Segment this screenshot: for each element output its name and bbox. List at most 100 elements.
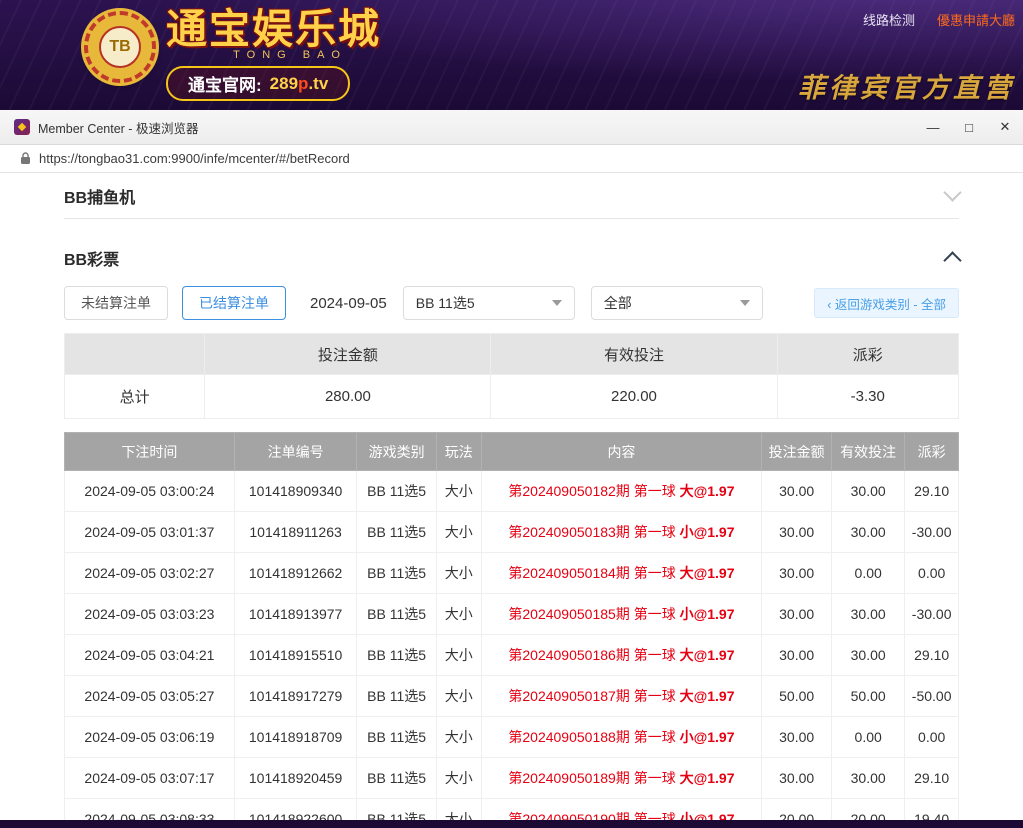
promo-apply-link[interactable]: 優惠申請大廳	[937, 13, 1015, 28]
cell-bet-time: 2024-09-05 03:03:23	[65, 594, 235, 635]
col-header-play-type: 玩法	[436, 433, 481, 471]
official-label: 通宝官网:	[188, 71, 262, 96]
casino-logo: TB 通宝娱乐城 TONG BAO 通宝官网:289p.tv	[84, 7, 381, 101]
summary-col-valid-bet: 有效投注	[491, 334, 777, 375]
browser-window: Member Center - 极速浏览器 — □ ✕ https://tong…	[0, 110, 1023, 820]
cell-bet-amount: 20.00	[762, 799, 832, 821]
cell-payout: 29.10	[905, 635, 959, 676]
cell-content: 第202409050187期 第一球 大@1.97	[481, 676, 762, 717]
cell-bet-time: 2024-09-05 03:07:17	[65, 758, 235, 799]
content-ball: 第一球	[634, 483, 676, 499]
summary-col-payout: 派彩	[777, 334, 959, 375]
col-header-payout: 派彩	[905, 433, 959, 471]
content-odds: @1.97	[694, 524, 735, 540]
col-header-order-id: 注单编号	[234, 433, 356, 471]
cell-content: 第202409050190期 第一球 小@1.97	[481, 799, 762, 821]
cell-play-type: 大小	[436, 799, 481, 821]
cell-content: 第202409050184期 第一球 大@1.97	[481, 553, 762, 594]
table-row: 2024-09-05 03:03:23101418913977BB 11选5大小…	[65, 594, 959, 635]
table-row: 2024-09-05 03:02:27101418912662BB 11选5大小…	[65, 553, 959, 594]
cell-content: 第202409050185期 第一球 小@1.97	[481, 594, 762, 635]
cell-payout: 0.00	[905, 717, 959, 758]
chevron-down-icon	[943, 183, 961, 201]
cell-play-type: 大小	[436, 512, 481, 553]
content-period: 第202409050185期	[508, 606, 629, 622]
close-button[interactable]: ✕	[987, 110, 1023, 144]
summary-total-valid: 220.00	[491, 375, 777, 419]
col-header-content: 内容	[481, 433, 762, 471]
col-header-bet-time: 下注时间	[65, 433, 235, 471]
cell-order-id: 101418918709	[234, 717, 356, 758]
cell-valid-bet: 30.00	[832, 512, 905, 553]
summary-col-bet-amount: 投注金额	[205, 334, 491, 375]
table-row: 2024-09-05 03:00:24101418909340BB 11选5大小…	[65, 471, 959, 512]
browser-app-icon	[14, 119, 30, 135]
cell-bet-time: 2024-09-05 03:08:33	[65, 799, 235, 821]
col-header-valid-bet: 有效投注	[832, 433, 905, 471]
window-titlebar: Member Center - 极速浏览器 — □ ✕	[0, 110, 1023, 145]
date-picker[interactable]: 2024-09-05	[310, 295, 387, 312]
cell-valid-bet: 0.00	[832, 553, 905, 594]
official-p: p	[298, 74, 308, 94]
summary-header-row: 投注金额 有效投注 派彩	[65, 334, 959, 375]
chip-monogram: TB	[99, 26, 141, 68]
cell-valid-bet: 20.00	[832, 799, 905, 821]
maximize-button[interactable]: □	[951, 110, 987, 144]
cell-order-id: 101418920459	[234, 758, 356, 799]
window-title: Member Center - 极速浏览器	[38, 118, 198, 137]
content-odds: @1.97	[694, 647, 735, 663]
cell-bet-amount: 30.00	[762, 471, 832, 512]
cell-bet-time: 2024-09-05 03:06:19	[65, 717, 235, 758]
minimize-button[interactable]: —	[915, 110, 951, 144]
content-pick: 大	[680, 688, 694, 704]
casino-chip-icon: TB	[84, 11, 156, 83]
official-number: 289	[270, 74, 298, 94]
game-type-select[interactable]: BB 11选5	[403, 286, 575, 320]
content-ball: 第一球	[634, 565, 676, 581]
table-row: 2024-09-05 03:08:33101418922600BB 11选5大小…	[65, 799, 959, 821]
cell-order-id: 101418912662	[234, 553, 356, 594]
section-bb-fishing[interactable]: BB捕鱼机	[64, 173, 959, 219]
content-period: 第202409050189期	[508, 770, 629, 786]
unsettled-bets-button[interactable]: 未结算注单	[64, 286, 168, 320]
cell-game-type: BB 11选5	[357, 676, 437, 717]
cell-valid-bet: 50.00	[832, 676, 905, 717]
address-bar[interactable]: https://tongbao31.com:9900/infe/mcenter/…	[0, 145, 1023, 173]
cell-play-type: 大小	[436, 594, 481, 635]
cell-bet-amount: 30.00	[762, 594, 832, 635]
cell-order-id: 101418909340	[234, 471, 356, 512]
content-ball: 第一球	[634, 688, 676, 704]
content-ball: 第一球	[634, 524, 676, 540]
cell-content: 第202409050186期 第一球 大@1.97	[481, 635, 762, 676]
top-banner: TB 通宝娱乐城 TONG BAO 通宝官网:289p.tv 线路检测優惠申請大…	[0, 0, 1023, 110]
cell-game-type: BB 11选5	[357, 471, 437, 512]
table-row: 2024-09-05 03:04:21101418915510BB 11选5大小…	[65, 635, 959, 676]
url-text[interactable]: https://tongbao31.com:9900/infe/mcenter/…	[39, 151, 350, 166]
content-pick: 大	[680, 483, 694, 499]
content-pick: 大	[680, 770, 694, 786]
summary-col-blank	[65, 334, 205, 375]
content-odds: @1.97	[694, 688, 735, 704]
content-odds: @1.97	[694, 811, 735, 820]
filter-row: 未结算注单 已结算注单 2024-09-05 BB 11选5 全部 ‹ 返回游戏…	[64, 286, 959, 320]
table-row: 2024-09-05 03:01:37101418911263BB 11选5大小…	[65, 512, 959, 553]
cell-play-type: 大小	[436, 676, 481, 717]
section-title-fishing: BB捕鱼机	[64, 184, 135, 208]
cell-valid-bet: 30.00	[832, 758, 905, 799]
summary-total-bet: 280.00	[205, 375, 491, 419]
cell-bet-time: 2024-09-05 03:02:27	[65, 553, 235, 594]
back-to-game-category-button[interactable]: ‹ 返回游戏类别 - 全部	[814, 288, 959, 318]
summary-total-payout: -3.30	[777, 375, 959, 419]
content-pick: 大	[680, 647, 694, 663]
line-check-link[interactable]: 线路检测	[863, 13, 915, 28]
cell-play-type: 大小	[436, 758, 481, 799]
settled-bets-button[interactable]: 已结算注单	[182, 286, 286, 320]
cell-order-id: 101418917279	[234, 676, 356, 717]
cell-order-id: 101418911263	[234, 512, 356, 553]
bet-scope-select[interactable]: 全部	[591, 286, 763, 320]
summary-table: 投注金额 有效投注 派彩 总计 280.00 220.00 -3.30	[64, 333, 959, 419]
select-arrow-icon	[740, 300, 750, 306]
bet-scope-value: 全部	[604, 293, 632, 313]
cell-valid-bet: 0.00	[832, 717, 905, 758]
section-bb-lottery[interactable]: BB彩票	[64, 235, 959, 280]
